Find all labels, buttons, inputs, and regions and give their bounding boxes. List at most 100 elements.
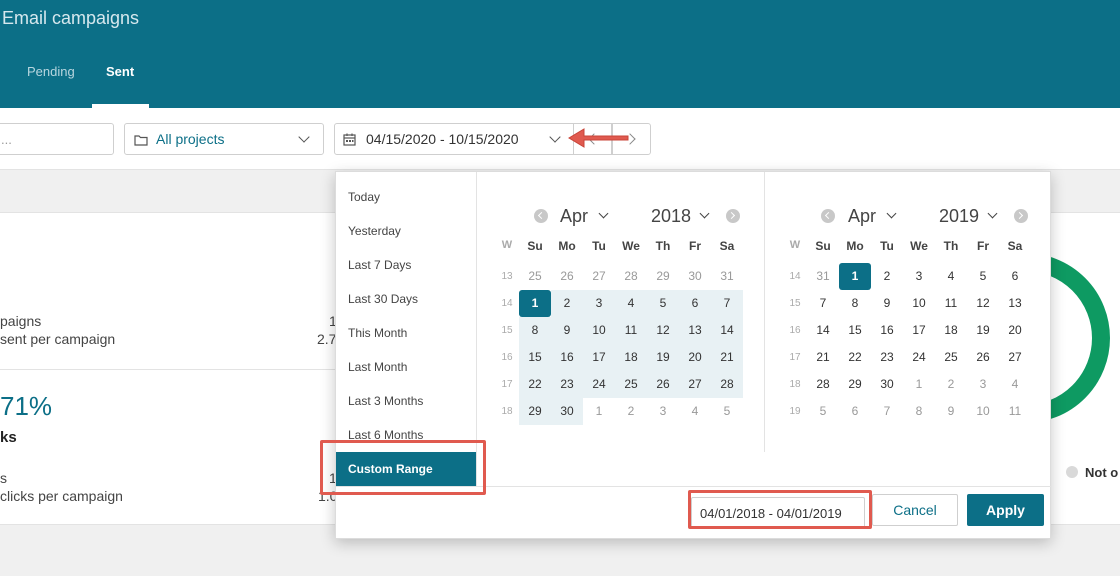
calendar-day[interactable]: 30	[679, 263, 711, 290]
calendar-day[interactable]: 6	[679, 290, 711, 317]
calendar-day[interactable]: 11	[999, 398, 1031, 425]
calendar-day[interactable]: 26	[967, 344, 999, 371]
calendar-day[interactable]: 10	[903, 290, 935, 317]
calendar-day[interactable]: 31	[711, 263, 743, 290]
cancel-button[interactable]: Cancel	[872, 494, 958, 526]
calendar-day[interactable]: 12	[967, 290, 999, 317]
calendar-day[interactable]: 11	[615, 317, 647, 344]
calendar-day[interactable]: 8	[903, 398, 935, 425]
calendar-day[interactable]: 29	[519, 398, 551, 425]
calendar-day[interactable]: 27	[679, 371, 711, 398]
calendar-day[interactable]: 25	[519, 263, 551, 290]
calendar-day[interactable]: 3	[647, 398, 679, 425]
calendar-day[interactable]: 27	[583, 263, 615, 290]
project-select[interactable]: All projects	[124, 123, 324, 155]
calendar-day[interactable]: 31	[807, 263, 839, 290]
calendar-day[interactable]: 7	[807, 290, 839, 317]
calendar-day[interactable]: 12	[647, 317, 679, 344]
calendar-day[interactable]: 6	[839, 398, 871, 425]
calendar-day[interactable]: 1	[519, 290, 551, 317]
calendar-day[interactable]: 5	[711, 398, 743, 425]
calendar-day[interactable]: 22	[519, 371, 551, 398]
calendar-day[interactable]: 3	[583, 290, 615, 317]
calendar-day[interactable]: 2	[615, 398, 647, 425]
calendar-day[interactable]: 3	[967, 371, 999, 398]
calendar-day[interactable]: 29	[839, 371, 871, 398]
calendar-day[interactable]: 23	[551, 371, 583, 398]
range-yesterday[interactable]: Yesterday	[348, 224, 401, 238]
date-range-select[interactable]: 04/15/2020 - 10/15/2020	[334, 123, 574, 155]
apply-button[interactable]: Apply	[967, 494, 1044, 526]
calendar-day[interactable]: 14	[711, 317, 743, 344]
prev-month-button[interactable]	[534, 209, 548, 223]
left-year-select[interactable]: 2018	[651, 206, 691, 227]
tab-pending[interactable]: Pending	[27, 64, 75, 79]
calendar-day[interactable]: 30	[551, 398, 583, 425]
calendar-day[interactable]: 7	[871, 398, 903, 425]
calendar-day[interactable]: 25	[615, 371, 647, 398]
calendar-day[interactable]: 5	[807, 398, 839, 425]
calendar-day[interactable]: 16	[871, 317, 903, 344]
calendar-day[interactable]: 8	[839, 290, 871, 317]
calendar-day[interactable]: 15	[519, 344, 551, 371]
range-last-month[interactable]: Last Month	[348, 360, 407, 374]
calendar-day[interactable]: 28	[807, 371, 839, 398]
calendar-day[interactable]: 27	[999, 344, 1031, 371]
calendar-day[interactable]: 4	[935, 263, 967, 290]
calendar-day[interactable]: 20	[679, 344, 711, 371]
calendar-day[interactable]: 9	[935, 398, 967, 425]
calendar-day[interactable]: 28	[615, 263, 647, 290]
calendar-day[interactable]: 13	[679, 317, 711, 344]
prev-month-button[interactable]	[821, 209, 835, 223]
calendar-day[interactable]: 5	[647, 290, 679, 317]
search-input[interactable]: ...	[0, 123, 114, 155]
tab-sent[interactable]: Sent	[106, 64, 134, 79]
calendar-day[interactable]: 19	[967, 317, 999, 344]
calendar-day[interactable]: 3	[903, 263, 935, 290]
calendar-day[interactable]: 23	[871, 344, 903, 371]
range-last-30-days[interactable]: Last 30 Days	[348, 292, 418, 306]
calendar-day[interactable]: 17	[903, 317, 935, 344]
calendar-day[interactable]: 18	[615, 344, 647, 371]
calendar-day[interactable]: 21	[711, 344, 743, 371]
calendar-day[interactable]: 8	[519, 317, 551, 344]
calendar-day[interactable]: 1	[839, 263, 871, 290]
calendar-day[interactable]: 25	[935, 344, 967, 371]
calendar-day[interactable]: 14	[807, 317, 839, 344]
calendar-day[interactable]: 26	[647, 371, 679, 398]
calendar-day[interactable]: 4	[679, 398, 711, 425]
range-today[interactable]: Today	[348, 190, 380, 204]
calendar-day[interactable]: 20	[999, 317, 1031, 344]
calendar-day[interactable]: 9	[871, 290, 903, 317]
range-last-3-months[interactable]: Last 3 Months	[348, 394, 423, 408]
right-year-select[interactable]: 2019	[939, 206, 979, 227]
calendar-day[interactable]: 18	[935, 317, 967, 344]
calendar-day[interactable]: 16	[551, 344, 583, 371]
calendar-day[interactable]: 1	[903, 371, 935, 398]
calendar-day[interactable]: 15	[839, 317, 871, 344]
calendar-day[interactable]: 21	[807, 344, 839, 371]
calendar-day[interactable]: 1	[583, 398, 615, 425]
calendar-day[interactable]: 9	[551, 317, 583, 344]
calendar-day[interactable]: 19	[647, 344, 679, 371]
left-month-select[interactable]: Apr	[560, 206, 588, 227]
calendar-day[interactable]: 10	[583, 317, 615, 344]
calendar-day[interactable]: 4	[999, 371, 1031, 398]
next-month-button[interactable]	[726, 209, 740, 223]
calendar-day[interactable]: 30	[871, 371, 903, 398]
calendar-day[interactable]: 6	[999, 263, 1031, 290]
calendar-day[interactable]: 7	[711, 290, 743, 317]
calendar-day[interactable]: 17	[583, 344, 615, 371]
calendar-day[interactable]: 4	[615, 290, 647, 317]
calendar-day[interactable]: 13	[999, 290, 1031, 317]
calendar-day[interactable]: 29	[647, 263, 679, 290]
calendar-day[interactable]: 2	[935, 371, 967, 398]
right-month-select[interactable]: Apr	[848, 206, 876, 227]
calendar-day[interactable]: 26	[551, 263, 583, 290]
range-this-month[interactable]: This Month	[348, 326, 407, 340]
calendar-day[interactable]: 5	[967, 263, 999, 290]
calendar-day[interactable]: 2	[871, 263, 903, 290]
calendar-day[interactable]: 24	[903, 344, 935, 371]
calendar-day[interactable]: 10	[967, 398, 999, 425]
calendar-day[interactable]: 11	[935, 290, 967, 317]
